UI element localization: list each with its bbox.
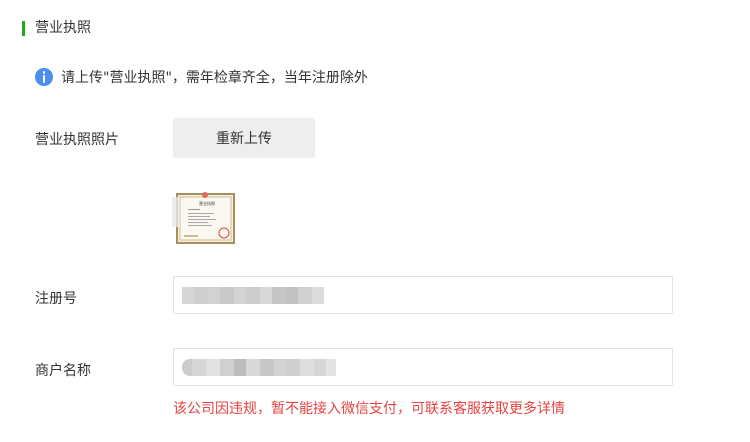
registration-number-label: 注册号 [35, 291, 77, 307]
merchant-name-label: 商户名称 [35, 363, 91, 379]
merchant-error-message: 该公司因违规，暂不能接入微信支付，可联系客服获取更多详情 [173, 401, 565, 417]
license-thumbnail[interactable]: 营业执照 [172, 189, 238, 247]
registration-number-field[interactable] [173, 276, 673, 314]
upload-notice: 请上传"营业执照"，需年检章齐全，当年注册除外 [35, 67, 368, 87]
redacted-value [182, 287, 324, 304]
license-thumbnail-title: 营业执照 [199, 200, 215, 206]
notice-text: 请上传"营业执照"，需年检章齐全，当年注册除外 [61, 70, 368, 86]
section-accent-bar [22, 20, 25, 36]
section-title: 营业执照 [35, 20, 91, 36]
reupload-button[interactable]: 重新上传 [173, 118, 315, 158]
license-photo-label: 营业执照照片 [35, 132, 119, 148]
section-header: 营业执照 [22, 20, 91, 36]
merchant-name-field[interactable] [173, 348, 673, 386]
info-icon [35, 68, 53, 86]
redacted-value [182, 359, 336, 376]
